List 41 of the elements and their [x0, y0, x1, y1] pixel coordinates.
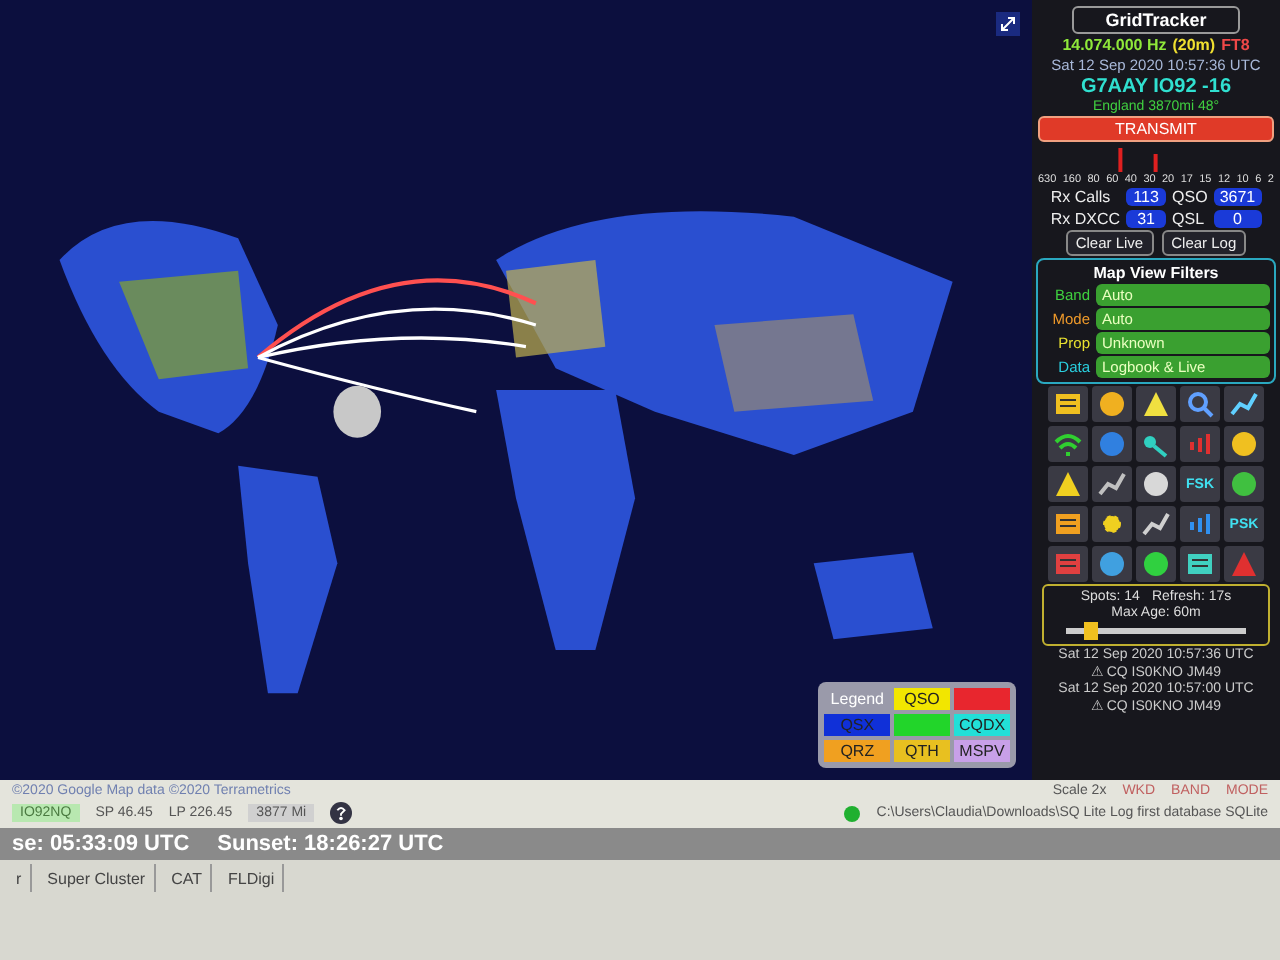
- key-icon[interactable]: [1136, 426, 1176, 462]
- legend-title: Legend: [828, 688, 886, 710]
- stat-value: 0: [1213, 210, 1262, 228]
- search-icon[interactable]: [1180, 386, 1220, 422]
- stat-label: QSL: [1172, 210, 1207, 228]
- wifi-icon[interactable]: [1048, 426, 1088, 462]
- stat-label: QSO: [1172, 188, 1208, 206]
- legend-swatch: QSO: [894, 688, 950, 710]
- checklist-icon[interactable]: [1048, 386, 1088, 422]
- status-dot-icon: [844, 805, 861, 821]
- band-text: (20m): [1172, 36, 1216, 54]
- stat-label: Rx Calls: [1050, 188, 1113, 206]
- band-activity-drawing: [1117, 148, 1157, 172]
- stat-value: 113: [1126, 188, 1167, 206]
- sun-icon[interactable]: [1092, 506, 1132, 542]
- stat-label: Rx DXCC: [1050, 210, 1121, 228]
- sunset-text: Sunset: 18:26:27 UTC: [217, 832, 444, 856]
- sunrise-text: se: 05:33:09 UTC: [12, 832, 190, 856]
- moon-icon[interactable]: [1136, 466, 1176, 502]
- age-slider[interactable]: [1066, 628, 1246, 634]
- transmit-button[interactable]: TRANSMIT: [1038, 116, 1274, 142]
- legend-swatch: CQDX: [954, 714, 1010, 736]
- slider-thumb[interactable]: [1084, 622, 1098, 640]
- taskbar-item[interactable]: Super Cluster: [39, 864, 156, 892]
- stat-value: 3671: [1213, 188, 1262, 206]
- frequency-text: 14.074.000 Hz: [1062, 36, 1167, 54]
- app-title: GridTracker: [1071, 6, 1241, 34]
- station-text: G7AAY IO92 -16: [1080, 76, 1232, 98]
- legend-swatch: QRZ: [824, 740, 890, 762]
- taskbar-item[interactable]: FLDigi: [220, 864, 285, 892]
- taskbar-item[interactable]: CAT: [163, 864, 212, 892]
- taskbar-item[interactable]: r: [8, 864, 32, 892]
- legend-swatch: MSPV: [954, 740, 1010, 762]
- legend-swatch: QTH: [894, 740, 950, 762]
- legend-swatch: QSX: [824, 714, 890, 736]
- expand-icon[interactable]: [996, 12, 1020, 36]
- stat-value: 31: [1126, 210, 1167, 228]
- mode-text: FT8: [1221, 36, 1250, 54]
- filters-title: Map View Filters: [1091, 264, 1221, 282]
- help-icon[interactable]: [330, 802, 353, 824]
- panel-icon[interactable]: [1180, 546, 1220, 582]
